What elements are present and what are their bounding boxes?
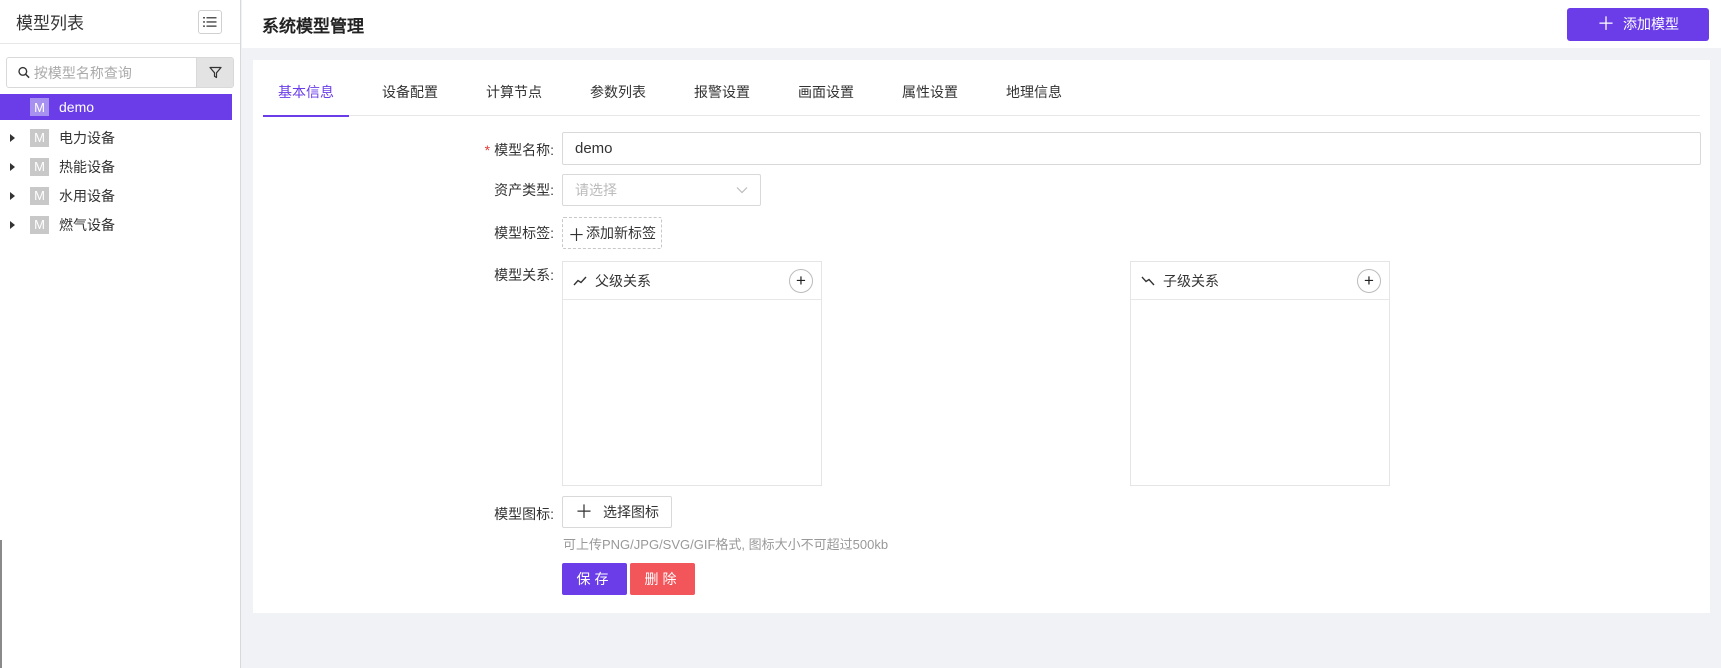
model-icon-label: 模型图标: [494,506,554,522]
trend-up-icon [573,276,587,286]
caret-right-icon[interactable] [7,132,19,144]
tab-alarm-settings[interactable]: 报警设置 [679,74,765,116]
model-badge: M [30,157,49,176]
parent-relation-header: 父级关系 + [563,262,821,300]
tab-device-config[interactable]: 设备配置 [367,74,453,116]
model-tags-label: 模型标签: [494,225,554,241]
add-model-label: 添加模型 [1623,16,1679,32]
model-tree: M demo M 电力设备 M 热能设备 M 水用设备 M 燃气设备 [0,94,240,239]
tree-item-water[interactable]: M 水用设备 [0,181,232,210]
caret-right-icon[interactable] [7,219,19,231]
plus-icon: ＋ [575,502,593,522]
model-name-label: * 模型名称: [484,142,554,158]
list-icon [203,16,217,27]
chevron-down-icon [736,187,748,194]
model-badge: M [30,215,49,234]
model-detail-card: 基本信息 设备配置 计算节点 参数列表 报警设置 画面设置 属性设置 地理信息 … [253,60,1710,613]
tree-item-label: 热能设备 [59,158,115,175]
tree-item-power[interactable]: M 电力设备 [0,123,232,152]
add-tag-button[interactable]: ＋ 添加新标签 [562,217,662,249]
tree-item-thermal[interactable]: M 热能设备 [0,152,232,181]
plus-icon: ＋ [568,225,585,245]
choose-icon-label: 选择图标 [603,504,659,520]
model-name-input[interactable]: demo [562,132,1701,165]
parent-relation-panel: 父级关系 + [562,261,822,486]
top-header: 系统模型管理 ＋ 添加模型 [242,0,1721,48]
add-parent-relation-button[interactable]: + [789,268,813,293]
save-button[interactable]: 保存 [562,563,627,595]
caret-right-icon[interactable] [7,161,19,173]
tab-basic-info[interactable]: 基本信息 [263,74,349,117]
tab-attribute-settings[interactable]: 属性设置 [887,74,973,116]
icon-upload-hint: 可上传PNG/JPG/SVG/GIF格式, 图标大小不可超过500kb [563,537,889,552]
tab-screen-settings[interactable]: 画面设置 [783,74,869,116]
delete-button[interactable]: 删除 [630,563,695,595]
caret-right-icon[interactable] [7,190,19,202]
model-search [6,57,234,88]
plus-icon: ＋ [1597,14,1615,34]
tab-compute-nodes[interactable]: 计算节点 [471,74,557,116]
model-badge: M [30,98,49,116]
asset-type-label: 资产类型: [494,182,554,198]
child-relation-panel: 子级关系 + [1130,261,1390,486]
model-badge: M [30,186,49,205]
trend-down-icon [1141,276,1155,286]
tab-parameter-list[interactable]: 参数列表 [575,74,661,116]
search-input[interactable] [33,64,196,81]
child-relation-title: 子级关系 [1163,272,1219,289]
asset-type-placeholder: 请选择 [575,182,617,198]
sidebar-title: 模型列表 [16,14,84,33]
tree-item-label: 水用设备 [59,187,115,204]
page-title: 系统模型管理 [262,16,364,36]
list-menu-button[interactable] [198,9,222,34]
filter-icon [208,66,222,79]
tree-item-label: demo [59,99,95,115]
choose-icon-button[interactable]: ＋ 选择图标 [562,496,672,528]
tree-item-label: 燃气设备 [59,216,115,233]
tab-geo-info[interactable]: 地理信息 [991,74,1077,116]
add-child-relation-button[interactable]: + [1357,268,1381,293]
add-model-button[interactable]: ＋ 添加模型 [1567,7,1709,41]
required-mark: * [484,142,491,158]
sidebar-header: 模型列表 [0,0,240,44]
tree-item-label: 电力设备 [59,129,115,146]
tree-item-demo[interactable]: M demo [0,94,232,120]
tab-bar: 基本信息 设备配置 计算节点 参数列表 报警设置 画面设置 属性设置 地理信息 [263,74,1700,117]
sidebar: 模型列表 M demo [0,0,241,668]
model-relation-label: 模型关系: [494,267,554,283]
parent-relation-title: 父级关系 [595,272,651,289]
window-edge [0,540,2,668]
search-icon [18,66,30,79]
child-relation-header: 子级关系 + [1131,262,1389,300]
model-badge: M [30,128,49,147]
tree-item-gas[interactable]: M 燃气设备 [0,210,232,239]
asset-type-select[interactable]: 请选择 [562,174,761,206]
filter-button[interactable] [196,58,233,87]
add-tag-label: 添加新标签 [586,225,656,241]
